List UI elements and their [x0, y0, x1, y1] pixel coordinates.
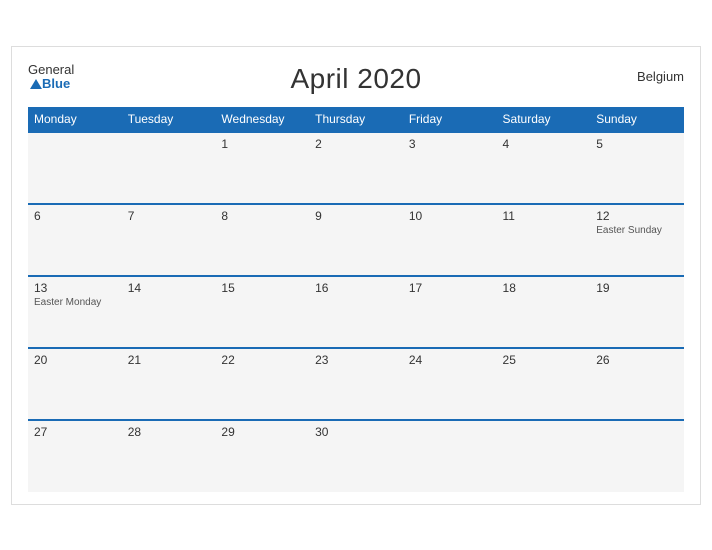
calendar-day-cell: 19 — [590, 276, 684, 348]
calendar-day-cell: 5 — [590, 132, 684, 204]
calendar-day-cell: 23 — [309, 348, 403, 420]
col-saturday: Saturday — [497, 107, 591, 132]
calendar-day-cell: 21 — [122, 348, 216, 420]
col-wednesday: Wednesday — [215, 107, 309, 132]
calendar-day-cell: 28 — [122, 420, 216, 492]
calendar-day-cell: 1 — [215, 132, 309, 204]
calendar-day-cell: 15 — [215, 276, 309, 348]
day-number: 21 — [128, 353, 210, 367]
calendar-container: General Blue April 2020 Belgium Monday T… — [11, 46, 701, 505]
calendar-grid: Monday Tuesday Wednesday Thursday Friday… — [28, 107, 684, 492]
logo-blue-text: Blue — [42, 77, 70, 91]
day-number: 7 — [128, 209, 210, 223]
calendar-day-cell — [28, 132, 122, 204]
calendar-day-cell — [497, 420, 591, 492]
calendar-day-cell: 26 — [590, 348, 684, 420]
calendar-day-cell: 16 — [309, 276, 403, 348]
col-thursday: Thursday — [309, 107, 403, 132]
day-number: 27 — [34, 425, 116, 439]
day-number: 19 — [596, 281, 678, 295]
calendar-day-cell: 13 Easter Monday — [28, 276, 122, 348]
calendar-week-row: 6789 10 11 12 Easter Sunday — [28, 204, 684, 276]
calendar-header: General Blue April 2020 Belgium — [28, 63, 684, 95]
day-number: 29 — [221, 425, 303, 439]
calendar-day-cell: 25 — [497, 348, 591, 420]
logo-triangle-icon — [30, 79, 42, 89]
calendar-day-cell: 18 — [497, 276, 591, 348]
day-number: 13 — [34, 281, 116, 295]
calendar-title: April 2020 — [290, 63, 421, 95]
day-number: 25 — [503, 353, 585, 367]
day-number: 1 — [221, 137, 303, 151]
calendar-week-row: 20 21 22 23 24 25 26 — [28, 348, 684, 420]
calendar-day-cell: 10 — [403, 204, 497, 276]
day-number: 12 — [596, 209, 678, 223]
day-number: 5 — [596, 137, 678, 151]
day-number: 10 — [409, 209, 491, 223]
day-number: 3 — [409, 137, 491, 151]
calendar-day-cell — [590, 420, 684, 492]
day-event: Easter Monday — [34, 297, 116, 308]
calendar-day-cell: 2 — [309, 132, 403, 204]
calendar-day-cell: 29 — [215, 420, 309, 492]
day-number: 16 — [315, 281, 397, 295]
calendar-day-cell: 8 — [215, 204, 309, 276]
calendar-week-row: 12345 — [28, 132, 684, 204]
day-number: 4 — [503, 137, 585, 151]
calendar-day-cell: 3 — [403, 132, 497, 204]
calendar-day-cell: 4 — [497, 132, 591, 204]
col-sunday: Sunday — [590, 107, 684, 132]
calendar-day-cell: 27 — [28, 420, 122, 492]
country-label: Belgium — [637, 69, 684, 84]
day-number: 22 — [221, 353, 303, 367]
day-event: Easter Sunday — [596, 225, 678, 236]
calendar-week-row: 27 28 29 30 — [28, 420, 684, 492]
calendar-day-cell: 6 — [28, 204, 122, 276]
day-number: 20 — [34, 353, 116, 367]
calendar-day-cell: 11 — [497, 204, 591, 276]
calendar-day-cell: 14 — [122, 276, 216, 348]
day-number: 26 — [596, 353, 678, 367]
calendar-day-cell: 24 — [403, 348, 497, 420]
logo: General Blue — [28, 63, 74, 92]
calendar-day-cell: 7 — [122, 204, 216, 276]
day-number: 28 — [128, 425, 210, 439]
calendar-day-cell — [403, 420, 497, 492]
calendar-day-cell: 20 — [28, 348, 122, 420]
calendar-day-cell: 22 — [215, 348, 309, 420]
day-number: 2 — [315, 137, 397, 151]
col-tuesday: Tuesday — [122, 107, 216, 132]
day-number: 14 — [128, 281, 210, 295]
calendar-week-row: 13 Easter Monday 14 15 16 17 18 19 — [28, 276, 684, 348]
day-number: 30 — [315, 425, 397, 439]
day-number: 15 — [221, 281, 303, 295]
col-friday: Friday — [403, 107, 497, 132]
logo-general-text: General — [28, 63, 74, 77]
calendar-day-cell: 30 — [309, 420, 403, 492]
day-number: 17 — [409, 281, 491, 295]
day-number: 11 — [503, 209, 585, 223]
day-number: 6 — [34, 209, 116, 223]
calendar-day-cell: 9 — [309, 204, 403, 276]
calendar-day-cell: 17 — [403, 276, 497, 348]
col-monday: Monday — [28, 107, 122, 132]
weekday-header-row: Monday Tuesday Wednesday Thursday Friday… — [28, 107, 684, 132]
day-number: 9 — [315, 209, 397, 223]
day-number: 8 — [221, 209, 303, 223]
day-number: 23 — [315, 353, 397, 367]
calendar-day-cell: 12 Easter Sunday — [590, 204, 684, 276]
day-number: 18 — [503, 281, 585, 295]
calendar-day-cell — [122, 132, 216, 204]
day-number: 24 — [409, 353, 491, 367]
